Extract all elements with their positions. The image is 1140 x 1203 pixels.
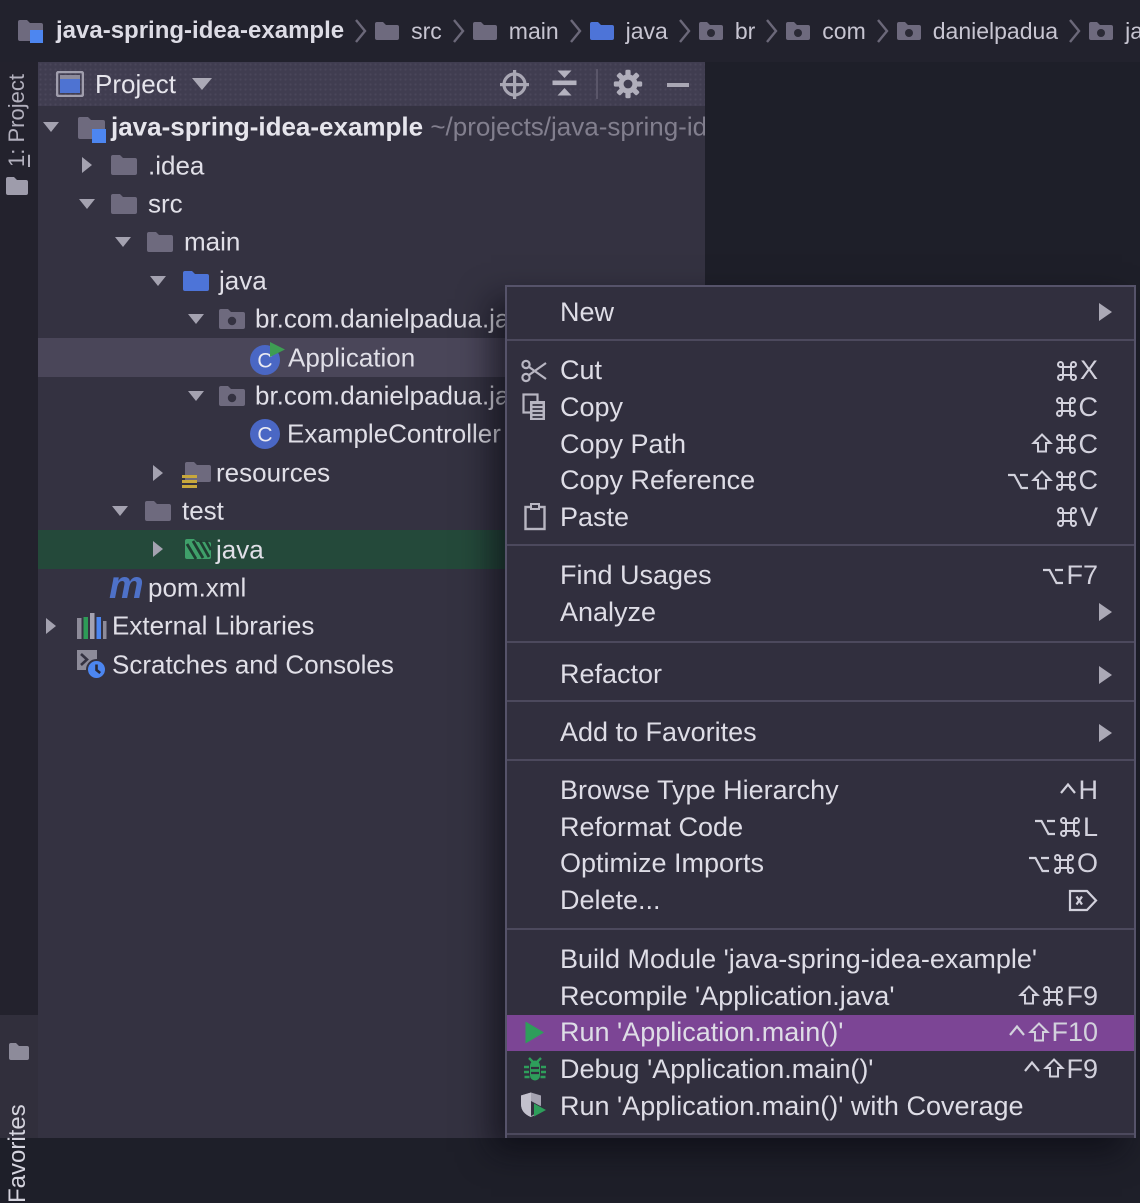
svg-text:m: m bbox=[109, 574, 143, 604]
svg-text:C: C bbox=[257, 424, 272, 447]
